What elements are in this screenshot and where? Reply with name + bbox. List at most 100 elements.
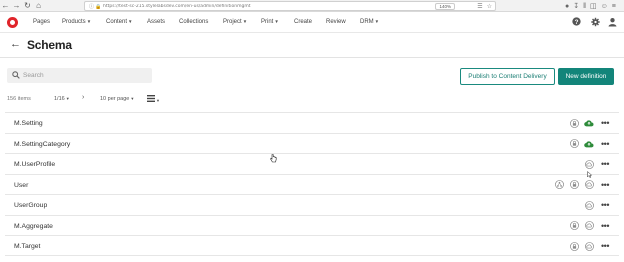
bookmark-star-icon[interactable]: ☆	[487, 3, 492, 10]
sidebar-icon[interactable]: ◫	[590, 2, 597, 10]
cloud-published-icon[interactable]	[584, 118, 594, 128]
brand-logo[interactable]	[7, 17, 18, 28]
cloud-unpublished-icon[interactable]	[584, 200, 594, 210]
more-options-icon[interactable]: •••	[599, 200, 611, 210]
more-options-icon[interactable]: •••	[599, 180, 611, 190]
lock-icon[interactable]	[569, 139, 579, 149]
search-icon	[12, 71, 20, 81]
library-icon[interactable]: ‖	[583, 3, 586, 10]
nav-label: Assets	[147, 19, 166, 25]
definition-table: M.Setting ••• M.SettingCategory ••• M.UserPr…	[5, 112, 619, 256]
definition-name[interactable]: UserGroup	[14, 202, 47, 209]
item-count: 156 items	[7, 96, 31, 102]
browser-extensions: ● ↧ ‖ ◫ ☺ ≡	[565, 0, 616, 12]
definition-name[interactable]: M.Setting	[14, 120, 43, 127]
per-page-selector[interactable]: 10 per page▼	[100, 96, 134, 102]
more-options-icon[interactable]: •••	[599, 241, 611, 251]
arrow-cursor-icon	[587, 171, 592, 178]
nav-label: Create	[294, 19, 313, 25]
table-row[interactable]: M.UserProfile •••	[5, 153, 619, 174]
nav-collections[interactable]: Collections	[179, 19, 208, 25]
cloud-unpublished-icon[interactable]	[584, 159, 594, 169]
table-row[interactable]: M.Target •••	[5, 235, 619, 256]
nav-content[interactable]: Content▼	[106, 19, 132, 25]
download-icon[interactable]: ↧	[573, 2, 579, 10]
definition-name[interactable]: User	[14, 182, 28, 189]
more-options-icon[interactable]: •••	[599, 139, 611, 149]
mouse-cursor-icon	[270, 154, 277, 163]
nav-pages[interactable]: Pages	[33, 19, 50, 25]
browser-settings-icon[interactable]: ≡	[612, 3, 616, 10]
publish-to-content-delivery-button[interactable]: Publish to Content Delivery	[460, 68, 555, 85]
new-definition-button[interactable]: New definition	[558, 68, 614, 85]
browser-reload-icon[interactable]: ↻	[22, 0, 33, 12]
caret-down-icon: ▼	[130, 96, 135, 101]
definition-name[interactable]: M.UserProfile	[14, 161, 55, 168]
table-row[interactable]: M.Setting •••	[5, 112, 619, 133]
nav-create[interactable]: Create	[294, 19, 312, 25]
table-row[interactable]: M.Aggregate •••	[5, 214, 619, 236]
caret-down-icon: ▼	[156, 98, 160, 103]
browser-url: https://test-sc-215.stylelabsdev.com/en-…	[103, 3, 251, 9]
list-view-icon	[147, 95, 155, 102]
gear-icon[interactable]	[591, 17, 600, 26]
help-icon[interactable]: ?	[572, 17, 581, 26]
nav-assets[interactable]: Assets	[147, 19, 165, 25]
cloud-published-icon[interactable]	[584, 139, 594, 149]
browser-home-icon[interactable]: ⌂	[33, 0, 44, 12]
caret-down-icon: ▼	[128, 19, 133, 24]
cloud-unpublished-icon[interactable]	[584, 180, 594, 190]
view-mode-toggle[interactable]: ▼	[147, 95, 160, 104]
nav-print[interactable]: Print▼	[261, 19, 279, 25]
cloud-unpublished-icon[interactable]	[584, 221, 594, 231]
browser-back-icon[interactable]: ←	[0, 0, 11, 12]
lock-icon[interactable]	[569, 241, 579, 251]
caret-down-icon: ▼	[374, 19, 380, 24]
nav-products[interactable]: Products▼	[62, 19, 91, 25]
page-selector[interactable]: 1/16▼	[54, 96, 70, 102]
site-info-icon[interactable]: ⓘ 🔒	[89, 3, 102, 10]
table-row[interactable]: UserGroup •••	[5, 194, 619, 215]
browser-address-bar[interactable]: ⓘ 🔒 https://test-sc-215.stylelabsdev.com…	[84, 1, 496, 11]
reader-icon[interactable]: ☰	[477, 3, 482, 10]
nav-review[interactable]: Review	[326, 19, 346, 25]
nav-drm[interactable]: DRM▼	[360, 19, 379, 25]
zoom-level-badge[interactable]: 140%	[435, 3, 455, 10]
definition-name[interactable]: M.Target	[14, 243, 40, 250]
cloud-unpublished-icon[interactable]	[584, 241, 594, 251]
definition-name[interactable]: M.Aggregate	[14, 223, 53, 230]
nav-label: Pages	[33, 19, 51, 25]
nav-label: Products	[62, 19, 86, 25]
page-title: Schema	[27, 38, 72, 52]
table-row[interactable]: M.SettingCategory •••	[5, 132, 619, 154]
nav-label: Content	[106, 19, 128, 25]
share-icon[interactable]	[554, 180, 564, 190]
nav-project[interactable]: Project▼	[223, 19, 247, 25]
back-arrow-icon[interactable]: ←	[10, 39, 21, 50]
caret-down-icon: ▼	[86, 19, 92, 24]
lock-icon[interactable]	[569, 180, 579, 190]
user-avatar-icon[interactable]	[608, 17, 617, 26]
definition-name[interactable]: M.SettingCategory	[14, 141, 70, 148]
table-row[interactable]: User •••	[5, 173, 619, 195]
search-input[interactable]	[23, 68, 147, 83]
nav-label: Project	[223, 19, 242, 25]
caret-down-icon: ▼	[65, 96, 70, 101]
more-options-icon[interactable]: •••	[599, 118, 611, 128]
account-icon[interactable]: ☺	[601, 3, 608, 10]
lock-icon[interactable]	[569, 221, 579, 231]
next-page-chevron-icon[interactable]: ›	[82, 94, 84, 101]
page-selector-label: 1/16	[54, 96, 65, 102]
caret-down-icon: ▼	[242, 19, 248, 24]
more-options-icon[interactable]: •••	[599, 221, 611, 231]
browser-forward-icon[interactable]: →	[11, 0, 22, 12]
nav-label: DRM	[360, 19, 374, 25]
shield-icon[interactable]: ●	[565, 3, 569, 10]
caret-down-icon: ▼	[274, 19, 279, 24]
nav-label: Collections	[179, 19, 209, 25]
more-options-icon[interactable]: •••	[599, 159, 611, 169]
lock-icon[interactable]	[569, 118, 579, 128]
search-box	[7, 68, 152, 83]
svg-text:?: ?	[575, 19, 579, 26]
nav-label: Review	[326, 19, 346, 25]
